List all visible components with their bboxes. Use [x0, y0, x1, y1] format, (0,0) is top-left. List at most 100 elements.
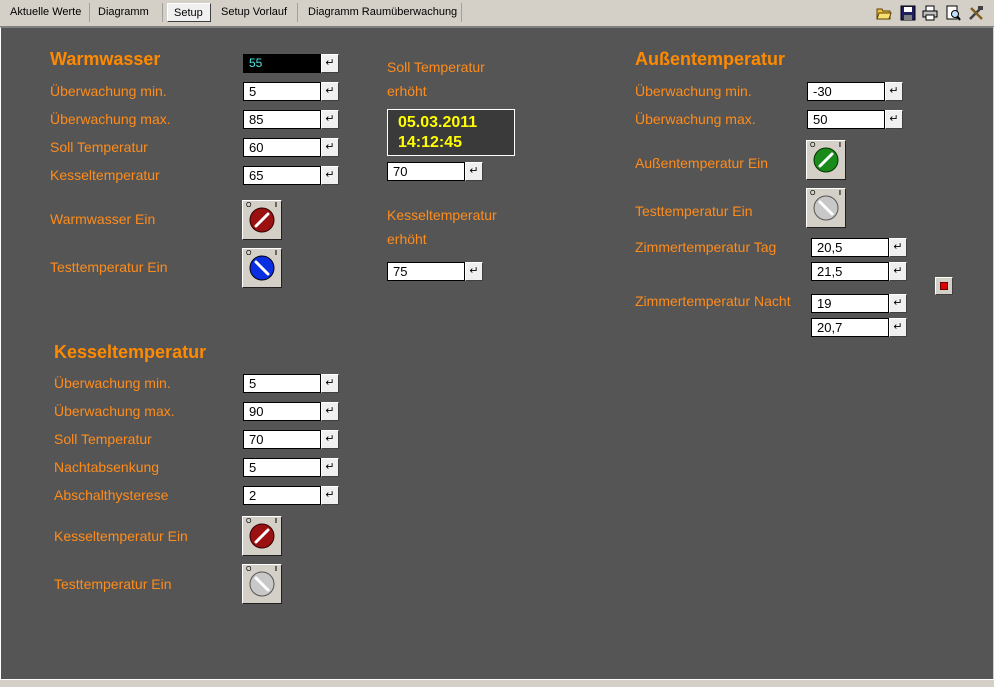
warmwasser-max-label: Überwachung max.	[50, 111, 171, 127]
kessel-hysterese-field[interactable]: 2 ↵	[243, 486, 339, 505]
enter-icon[interactable]: ↵	[465, 262, 483, 281]
enter-icon[interactable]: ↵	[321, 166, 339, 185]
enter-icon[interactable]: ↵	[321, 110, 339, 129]
enter-icon[interactable]: ↵	[321, 402, 339, 421]
soll-erhoeht-field[interactable]: 70 ↵	[387, 162, 483, 181]
zimmer-tag-field-2[interactable]: 21,5 ↵	[811, 262, 907, 281]
enter-icon[interactable]: ↵	[889, 262, 907, 281]
zimmer-nacht-value-1[interactable]: 19	[811, 294, 889, 313]
aussen-ein-label: Außentemperatur Ein	[635, 155, 769, 171]
enter-icon[interactable]: ↵	[321, 138, 339, 157]
warmwasser-soll-field[interactable]: 60 ↵	[243, 138, 339, 157]
open-folder-icon[interactable]	[876, 5, 892, 21]
tab-setup-vorlauf[interactable]: Setup Vorlauf	[215, 3, 298, 22]
warmwasser-actual-field[interactable]: 55 ↵	[243, 54, 339, 73]
kessel-erhoeht-label-2: erhöht	[387, 231, 427, 247]
warmwasser-max-field[interactable]: 85 ↵	[243, 110, 339, 129]
warmwasser-ein-switch[interactable]: OI	[242, 200, 282, 240]
warmwasser-kessel-label: Kesseltemperatur	[50, 167, 160, 183]
enter-icon[interactable]: ↵	[321, 430, 339, 449]
warmwasser-min-label: Überwachung min.	[50, 83, 167, 99]
rotary-switch-off-icon	[249, 571, 275, 597]
enter-icon[interactable]: ↵	[889, 294, 907, 313]
enter-icon[interactable]: ↵	[465, 162, 483, 181]
aussen-max-field[interactable]: 50 ↵	[807, 110, 903, 129]
warmwasser-test-label: Testtemperatur Ein	[50, 259, 168, 275]
enter-icon[interactable]: ↵	[889, 238, 907, 257]
kessel-ein-switch[interactable]: OI	[242, 516, 282, 556]
warmwasser-min-field[interactable]: 5 ↵	[243, 82, 339, 101]
warmwasser-title: Warmwasser	[50, 49, 161, 69]
date-value: 05.03.2011	[398, 114, 478, 131]
zimmer-nacht-field-2[interactable]: 20,7 ↵	[811, 318, 907, 337]
rotary-switch-off-icon	[813, 195, 839, 221]
rotary-switch-on-icon	[249, 523, 275, 549]
aussen-min-field[interactable]: -30 ↵	[807, 82, 903, 101]
aussen-test-switch[interactable]: OI	[806, 188, 846, 228]
tools-icon[interactable]	[968, 5, 984, 21]
kessel-min-field[interactable]: 5 ↵	[243, 374, 339, 393]
soll-erhoeht-value[interactable]: 70	[387, 162, 465, 181]
enter-icon[interactable]: ↵	[321, 374, 339, 393]
status-indicator[interactable]	[935, 277, 953, 295]
aussen-ein-switch[interactable]: OI	[806, 140, 846, 180]
enter-icon[interactable]: ↵	[321, 54, 339, 73]
enter-icon[interactable]: ↵	[321, 486, 339, 505]
enter-icon[interactable]: ↵	[321, 458, 339, 477]
warmwasser-min-value[interactable]: 5	[243, 82, 321, 101]
enter-icon[interactable]: ↵	[889, 318, 907, 337]
datetime-display: 05.03.2011 14:12:45	[387, 109, 515, 156]
kessel-soll-value[interactable]: 70	[243, 430, 321, 449]
tab-setup[interactable]: Setup	[167, 3, 211, 22]
tab-diagramm[interactable]: Diagramm	[92, 3, 163, 22]
warmwasser-test-switch[interactable]: OI	[242, 248, 282, 288]
enter-icon[interactable]: ↵	[885, 82, 903, 101]
warmwasser-kessel-field[interactable]: 65 ↵	[243, 166, 339, 185]
warmwasser-max-value[interactable]: 85	[243, 110, 321, 129]
kessel-min-label: Überwachung min.	[54, 375, 171, 391]
zimmer-tag-value-1[interactable]: 20,5	[811, 238, 889, 257]
aussen-min-value[interactable]: -30	[807, 82, 885, 101]
warmwasser-kessel-value[interactable]: 65	[243, 166, 321, 185]
time-value: 14:12:45	[398, 134, 463, 151]
tab-bar: Aktuelle Werte Diagramm Setup Setup Vorl…	[0, 0, 994, 27]
enter-icon[interactable]: ↵	[885, 110, 903, 129]
kessel-max-field[interactable]: 90 ↵	[243, 402, 339, 421]
zimmer-nacht-value-2[interactable]: 20,7	[811, 318, 889, 337]
soll-erhoeht-label-1: Soll Temperatur	[387, 59, 485, 75]
kessel-title: Kesseltemperatur	[54, 342, 207, 362]
kessel-erhoeht-label-1: Kesseltemperatur	[387, 207, 497, 223]
zimmer-tag-field-1[interactable]: 20,5 ↵	[811, 238, 907, 257]
tab-aktuelle-werte[interactable]: Aktuelle Werte	[4, 3, 90, 22]
kessel-hysterese-label: Abschalthysterese	[54, 487, 169, 503]
kessel-nacht-value[interactable]: 5	[243, 458, 321, 477]
save-icon[interactable]	[900, 5, 916, 21]
kessel-max-label: Überwachung max.	[54, 403, 175, 419]
enter-icon[interactable]: ↵	[321, 82, 339, 101]
kessel-test-switch[interactable]: OI	[242, 564, 282, 604]
rotary-switch-off-icon	[249, 255, 275, 281]
warmwasser-soll-value[interactable]: 60	[243, 138, 321, 157]
tab-diagramm-raumueberwachung[interactable]: Diagramm Raumüberwachung	[302, 3, 462, 22]
kessel-max-value[interactable]: 90	[243, 402, 321, 421]
warmwasser-ein-label: Warmwasser Ein	[50, 211, 156, 227]
aussen-max-value[interactable]: 50	[807, 110, 885, 129]
zimmer-nacht-field-1[interactable]: 19 ↵	[811, 294, 907, 313]
zimmer-nacht-label: Zimmertemperatur Nacht	[635, 293, 791, 309]
aussen-title: Außentemperatur	[635, 49, 786, 69]
warmwasser-soll-label: Soll Temperatur	[50, 139, 148, 155]
kessel-hysterese-value[interactable]: 2	[243, 486, 321, 505]
kessel-soll-field[interactable]: 70 ↵	[243, 430, 339, 449]
kessel-min-value[interactable]: 5	[243, 374, 321, 393]
kessel-nacht-field[interactable]: 5 ↵	[243, 458, 339, 477]
warmwasser-actual-value[interactable]: 55	[243, 54, 321, 73]
print-preview-icon[interactable]	[945, 5, 961, 21]
rotary-switch-on-icon	[249, 207, 275, 233]
aussen-max-label: Überwachung max.	[635, 111, 756, 127]
kessel-erhoeht-field[interactable]: 75 ↵	[387, 262, 483, 281]
aussen-min-label: Überwachung min.	[635, 83, 752, 99]
zimmer-tag-value-2[interactable]: 21,5	[811, 262, 889, 281]
kessel-erhoeht-value[interactable]: 75	[387, 262, 465, 281]
kessel-test-label: Testtemperatur Ein	[54, 576, 172, 592]
print-icon[interactable]	[922, 5, 938, 21]
